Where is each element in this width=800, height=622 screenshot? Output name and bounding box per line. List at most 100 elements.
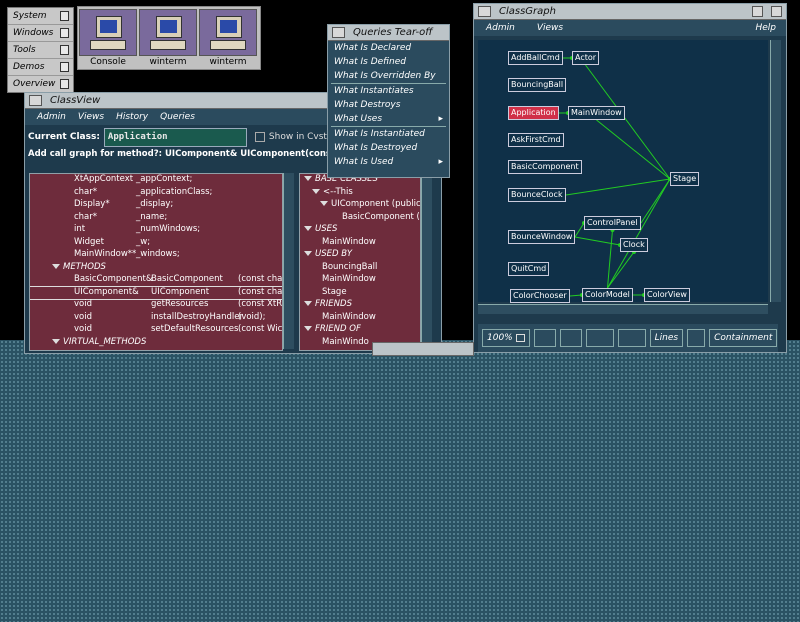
graph-node[interactable]: ColorModel	[582, 288, 633, 302]
console-icon-tile[interactable]: Console	[79, 9, 137, 67]
member-row[interactable]: MainWindow** _windows;	[30, 249, 282, 262]
graph-vertical-scrollbar[interactable]	[770, 40, 781, 302]
window-menu-icon[interactable]	[332, 27, 345, 38]
graph-node[interactable]: ControlPanel	[584, 216, 641, 230]
show-checkbox[interactable]	[254, 132, 265, 142]
member-row[interactable]: Display* _display;	[30, 199, 282, 212]
lines-button[interactable]: Lines	[649, 329, 684, 347]
query-menu-item[interactable]: What Is Used ▸	[328, 155, 449, 169]
classview-title-stub[interactable]	[372, 342, 474, 356]
relation-row[interactable]: <--This	[300, 187, 420, 200]
member-row[interactable]: void getResources (const XtR	[30, 299, 282, 312]
title-bar[interactable]: Queries Tear-off	[328, 25, 449, 41]
toolchest-item-system[interactable]: System	[8, 8, 73, 25]
member-row[interactable]: char* _applicationClass;	[30, 187, 282, 200]
current-class-value: Application	[107, 132, 168, 142]
methods-header[interactable]: METHODS	[30, 262, 282, 275]
members-scrollbar[interactable]	[283, 173, 294, 349]
relation-row[interactable]: MainWindow	[300, 312, 420, 325]
graph-node[interactable]: BounceWindow	[508, 230, 576, 244]
graph-node[interactable]: Clock	[620, 238, 648, 252]
query-menu-item[interactable]: What Uses ▸	[328, 112, 449, 126]
menu-history[interactable]: History	[116, 112, 148, 122]
member-name: installDestroyHandler	[151, 311, 243, 322]
computer-icon	[199, 9, 257, 56]
menu-views[interactable]: Views	[537, 23, 563, 33]
relation-row[interactable]: USED BY	[300, 249, 420, 262]
relation-row[interactable]: FRIENDS	[300, 299, 420, 312]
zoom-out-button[interactable]	[533, 329, 556, 347]
member-row[interactable]: int _numWindows;	[30, 224, 282, 237]
overview-button[interactable]	[585, 329, 614, 347]
query-menu-item[interactable]: What Is Defined	[328, 55, 449, 69]
maximize-icon[interactable]	[771, 6, 782, 17]
graph-node[interactable]: AskFirstCmd	[508, 133, 564, 147]
winterm-icon-tile[interactable]: winterm	[139, 9, 197, 67]
submenu-arrow-icon: ▸	[438, 114, 443, 124]
relation-row[interactable]: UIComponent (public	[300, 199, 420, 212]
graph-node[interactable]: QuitCmd	[508, 262, 550, 276]
toggle-button[interactable]	[687, 329, 706, 347]
winterm-icon-tile[interactable]: winterm	[199, 9, 257, 67]
toolchest-item-demos[interactable]: Demos	[8, 59, 73, 76]
toolchest-item-windows[interactable]: Windows	[8, 25, 73, 42]
menu-queries[interactable]: Queries	[160, 112, 195, 122]
toolchest: System Windows Tools Demos Overview	[7, 7, 74, 93]
relation-label: FRIENDS	[315, 299, 352, 309]
query-menu-item[interactable]: What Is Overridden By	[328, 69, 449, 83]
graph-node[interactable]: BounceClock	[508, 188, 566, 202]
query-menu-item[interactable]: What Destroys	[328, 98, 449, 112]
relation-row[interactable]: Stage	[300, 287, 420, 300]
member-row[interactable]: XtAppContext _appContext;	[30, 174, 282, 187]
menu-help[interactable]: Help	[755, 23, 776, 33]
graph-node[interactable]: MainWindow	[568, 106, 625, 120]
relation-row[interactable]: FRIEND OF	[300, 324, 420, 337]
relation-row[interactable]: BouncingBall	[300, 262, 420, 275]
query-menu-item[interactable]: What Is Declared	[328, 41, 449, 55]
minimize-icon[interactable]	[752, 6, 763, 17]
menu-box-icon	[60, 11, 69, 21]
window-title: ClassView	[50, 95, 101, 106]
query-menu-item[interactable]: What Instantiates	[328, 84, 449, 98]
member-row[interactable]: UIComponent& UIComponent (const cha	[30, 285, 282, 300]
zoom-selector[interactable]: 100%	[482, 329, 530, 347]
graph-canvas[interactable]: AddBallCmd Actor BouncingBall Application Ma…	[478, 40, 768, 303]
current-class-input[interactable]: Application	[103, 127, 247, 147]
title-bar[interactable]: ClassGraph	[474, 4, 786, 20]
relation-row[interactable]: USES	[300, 224, 420, 237]
graph-node[interactable]: Application	[508, 106, 559, 120]
graph-node[interactable]: AddBallCmd	[508, 51, 563, 65]
graph-node[interactable]: BouncingBall	[508, 78, 567, 92]
graph-node[interactable]: Actor	[572, 51, 600, 65]
relation-label: UIComponent (public	[331, 199, 421, 209]
member-row[interactable]: void installDestroyHandler (void);	[30, 312, 282, 325]
query-menu-item[interactable]: What Is Destroyed	[328, 141, 449, 155]
graph-node[interactable]: ColorView	[644, 288, 690, 302]
zoom-in-button[interactable]	[559, 329, 582, 347]
relation-row[interactable]: MainWindow	[300, 274, 420, 287]
layout-button[interactable]	[617, 329, 646, 347]
toolchest-item-overview[interactable]: Overview	[8, 76, 73, 92]
graph-edge	[607, 178, 671, 289]
graph-node[interactable]: Stage	[670, 172, 700, 186]
menu-admin[interactable]: Admin	[37, 112, 66, 122]
graph-node[interactable]: BasicComponent	[508, 160, 582, 174]
menu-admin[interactable]: Admin	[486, 23, 515, 33]
toolchest-label: Overview	[13, 79, 56, 89]
mode-selector[interactable]: Containment	[709, 329, 778, 347]
graph-horizontal-scrollbar[interactable]	[478, 304, 768, 314]
virtual-methods-header[interactable]: VIRTUAL_METHODS	[30, 337, 282, 350]
query-menu-item[interactable]: What Is Instantiated	[328, 127, 449, 141]
relations-scrollbar[interactable]	[421, 173, 432, 349]
graph-node[interactable]: ColorChooser	[510, 289, 570, 303]
relation-row[interactable]: BasicComponent (	[300, 212, 420, 225]
member-row[interactable]: Widget _w;	[30, 237, 282, 250]
member-row[interactable]: char* _name;	[30, 212, 282, 225]
window-menu-icon[interactable]	[478, 6, 491, 17]
toolchest-item-tools[interactable]: Tools	[8, 42, 73, 59]
member-row[interactable]: BasicComponent& BasicComponent (const cha	[30, 274, 282, 287]
member-row[interactable]: void setDefaultResources (const Wic	[30, 324, 282, 337]
menu-views[interactable]: Views	[78, 112, 104, 122]
window-menu-icon[interactable]	[29, 95, 42, 106]
relation-row[interactable]: MainWindow	[300, 237, 420, 250]
